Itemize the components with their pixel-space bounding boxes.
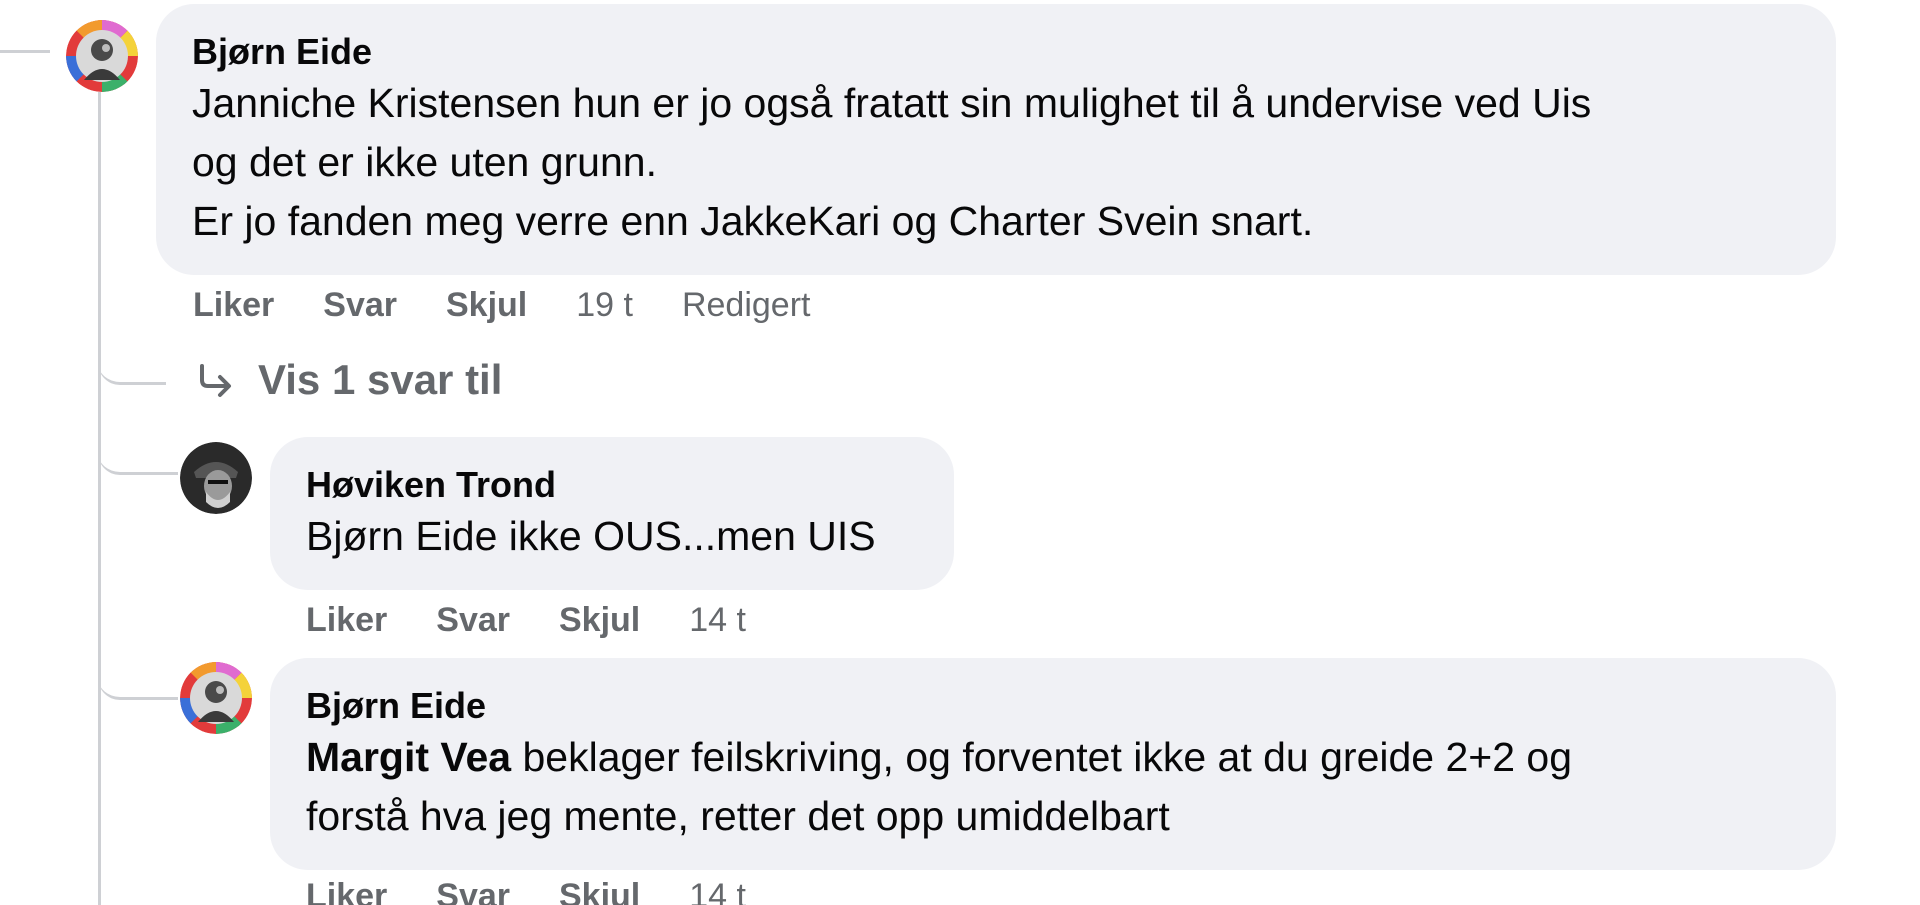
reply-button[interactable]: Svar: [436, 600, 510, 640]
avatar-bjorn-eide[interactable]: [180, 662, 252, 734]
comment-author[interactable]: Høviken Trond: [306, 463, 918, 507]
comment-text-line: Margit Vea beklager feilskriving, og for…: [306, 728, 1800, 787]
thread-connector-reply1: [98, 420, 178, 475]
comment-thread: Bjørn Eide Janniche Kristensen hun er jo…: [0, 0, 1920, 905]
avatar-rainbow-icon: [66, 20, 138, 92]
comment-text-line: og det er ikke uten grunn.: [192, 139, 657, 185]
comment-timestamp[interactable]: 14 t: [689, 600, 746, 640]
comment-bubble: Bjørn Eide Janniche Kristensen hun er jo…: [156, 4, 1836, 275]
comment-bubble: Bjørn Eide Margit Vea beklager feilskriv…: [270, 658, 1836, 870]
comment-text-line: forstå hva jeg mente, retter det opp umi…: [306, 793, 1170, 839]
comment-text-line: Er jo fanden meg verre enn JakkeKari og …: [192, 198, 1314, 244]
reply-arrow-icon: [200, 364, 231, 397]
reply-button[interactable]: Svar: [436, 876, 510, 905]
comment-text: Margit Vea beklager feilskriving, og for…: [306, 728, 1800, 846]
like-button[interactable]: Liker: [306, 600, 387, 640]
hide-button[interactable]: Skjul: [446, 285, 527, 325]
comment-text: Bjørn Eide ikke OUS...men UIS: [306, 513, 876, 559]
mention-link[interactable]: Margit Vea: [306, 734, 511, 780]
view-more-replies-label: Vis 1 svar til: [258, 356, 503, 403]
comment-actions: Liker Svar Skjul 14 t: [306, 876, 795, 905]
thread-connector-more: [98, 330, 166, 385]
hide-button[interactable]: Skjul: [559, 600, 640, 640]
comment-timestamp[interactable]: 14 t: [689, 876, 746, 905]
comment-actions: Liker Svar Skjul 14 t: [306, 600, 795, 640]
avatar-rainbow-icon: [180, 662, 252, 734]
avatar-hoviken-trond[interactable]: [180, 442, 252, 514]
hide-button[interactable]: Skjul: [559, 876, 640, 905]
comment-text-fragment: beklager feilskriving, og forventet ikke…: [511, 734, 1573, 780]
comment-author[interactable]: Bjørn Eide: [306, 684, 1800, 728]
edited-label[interactable]: Redigert: [682, 285, 811, 325]
thread-connector-top: [0, 50, 50, 53]
view-more-replies-button[interactable]: Vis 1 svar til: [196, 356, 502, 404]
comment-timestamp[interactable]: 19 t: [576, 285, 633, 325]
comment-actions: Liker Svar Skjul 19 t Redigert: [193, 285, 859, 325]
thread-connector-reply2: [98, 645, 178, 700]
comment-bubble: Høviken Trond Bjørn Eide ikke OUS...men …: [270, 437, 954, 590]
comment-text: Janniche Kristensen hun er jo også frata…: [192, 74, 1800, 251]
thread-connector-vertical: [98, 92, 101, 905]
comment-text-line: Janniche Kristensen hun er jo også frata…: [192, 80, 1592, 126]
avatar-bjorn-eide[interactable]: [66, 20, 138, 92]
like-button[interactable]: Liker: [193, 285, 274, 325]
comment-author[interactable]: Bjørn Eide: [192, 30, 1800, 74]
like-button[interactable]: Liker: [306, 876, 387, 905]
avatar-photo-icon: [180, 442, 252, 514]
reply-button[interactable]: Svar: [323, 285, 397, 325]
